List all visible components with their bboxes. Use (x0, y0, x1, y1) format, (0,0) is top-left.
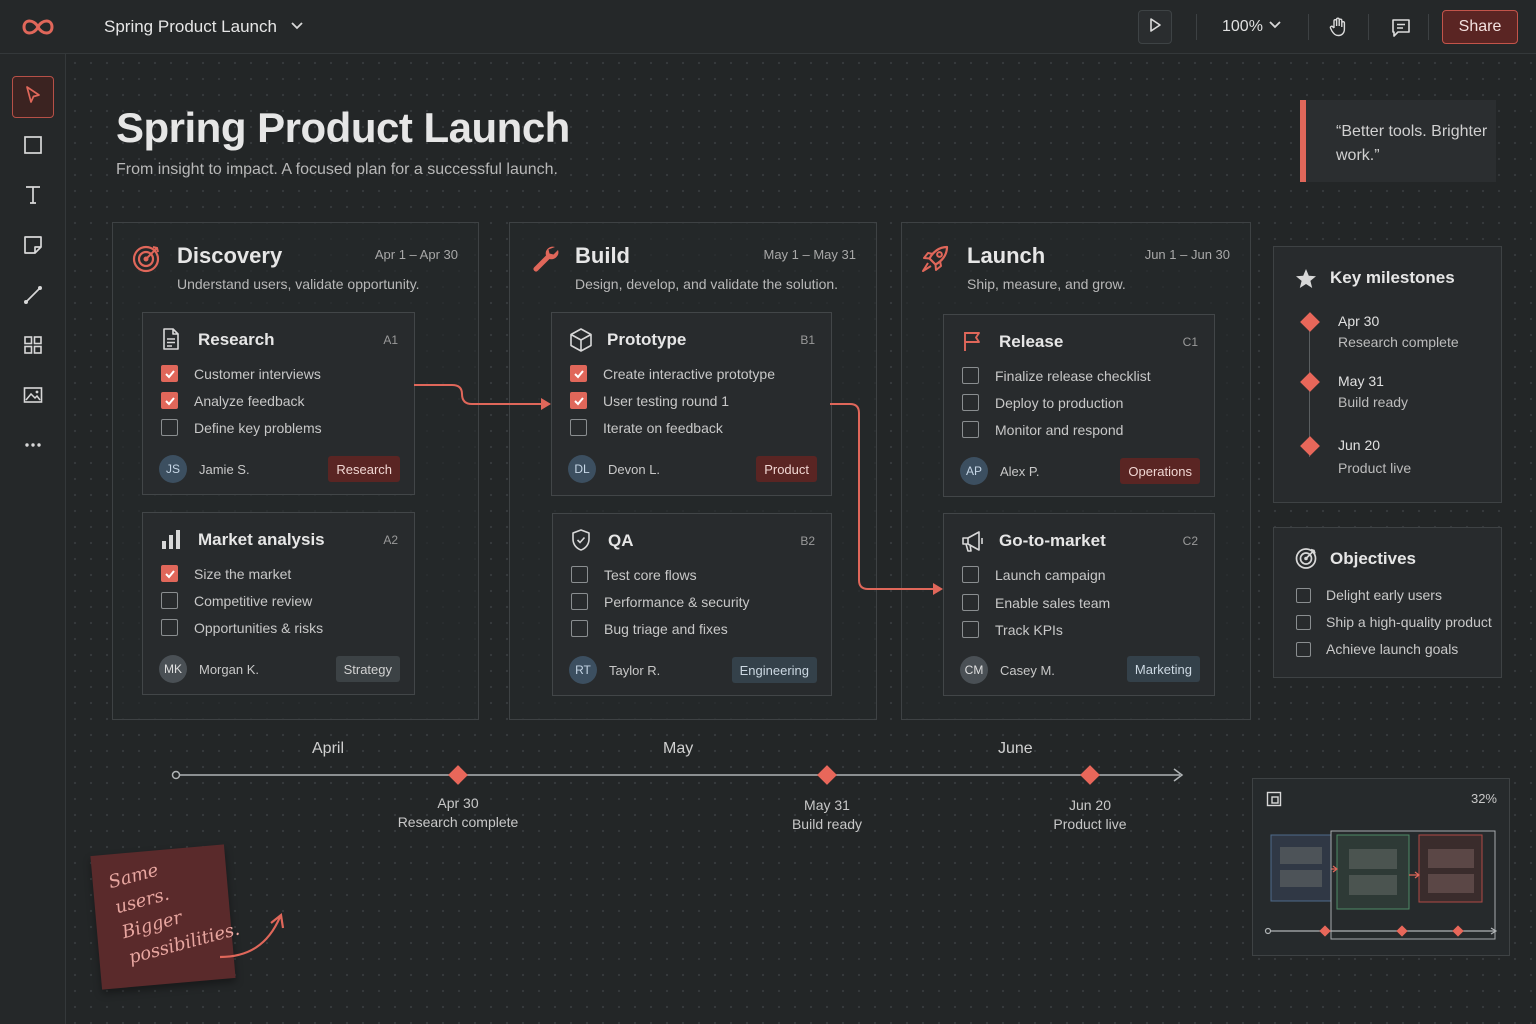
timeline-milestone-label: Build ready (791, 816, 863, 832)
minimap-preview (1264, 830, 1498, 940)
minimap[interactable]: 32% (1252, 778, 1510, 956)
timeline-diamond (1080, 765, 1100, 785)
timeline-date: May 31 (804, 797, 850, 813)
timeline-diamond (817, 765, 837, 785)
curved-arrow-icon (219, 912, 285, 959)
timeline-milestone[interactable]: May 31 Build ready (747, 796, 907, 834)
timeline-milestone-label: Research complete (397, 814, 519, 830)
timeline-diamond (448, 765, 468, 785)
timeline-date: Jun 20 (1068, 797, 1112, 813)
timeline-milestone-label: Product live (1053, 816, 1127, 832)
timeline-milestone[interactable]: Jun 20 Product live (1010, 796, 1170, 834)
timeline-date: Apr 30 (437, 795, 479, 811)
timeline-milestone[interactable]: Apr 30 Research complete (378, 794, 538, 832)
timeline-start (171, 770, 181, 780)
